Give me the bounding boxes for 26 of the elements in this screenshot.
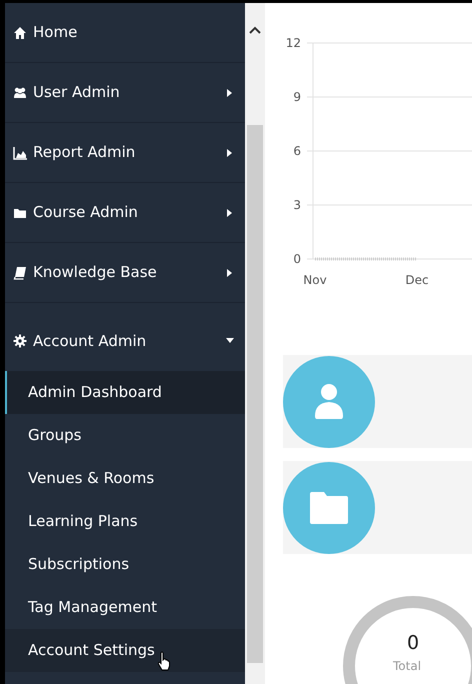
submenu-item[interactable]: Venues & Rooms [5,457,245,500]
submenu-item[interactable]: Learning Plans [5,500,245,543]
x-tick-label: Nov [303,273,327,287]
total-label: Total [393,658,422,675]
gear-icon [13,334,27,348]
y-tick-label: 6 [293,144,301,158]
y-tick-label: 12 [286,36,301,50]
submenu-item[interactable]: Admin Dashboard [5,371,245,414]
book-icon [13,266,27,280]
y-tick-label: 0 [293,252,301,266]
sidebar-item[interactable]: Account Admin [5,303,245,371]
total-value: 0 [406,631,420,656]
hand-cursor-icon [157,651,171,671]
user-icon [314,382,344,420]
house-icon [13,26,27,40]
submenu-item[interactable]: Subscriptions [5,543,245,586]
submenu-item[interactable]: Account Settings [5,629,245,672]
folder-icon [309,490,349,524]
area-chart-icon [13,146,27,160]
submenu-item[interactable]: Tag Management [5,586,245,629]
y-tick-label: 9 [293,90,301,104]
submenu-item[interactable]: Groups [5,414,245,457]
scrollbar[interactable] [245,3,265,684]
y-tick-label: 3 [293,198,301,212]
x-tick-label: Dec [405,273,429,287]
users-icon [13,86,27,100]
